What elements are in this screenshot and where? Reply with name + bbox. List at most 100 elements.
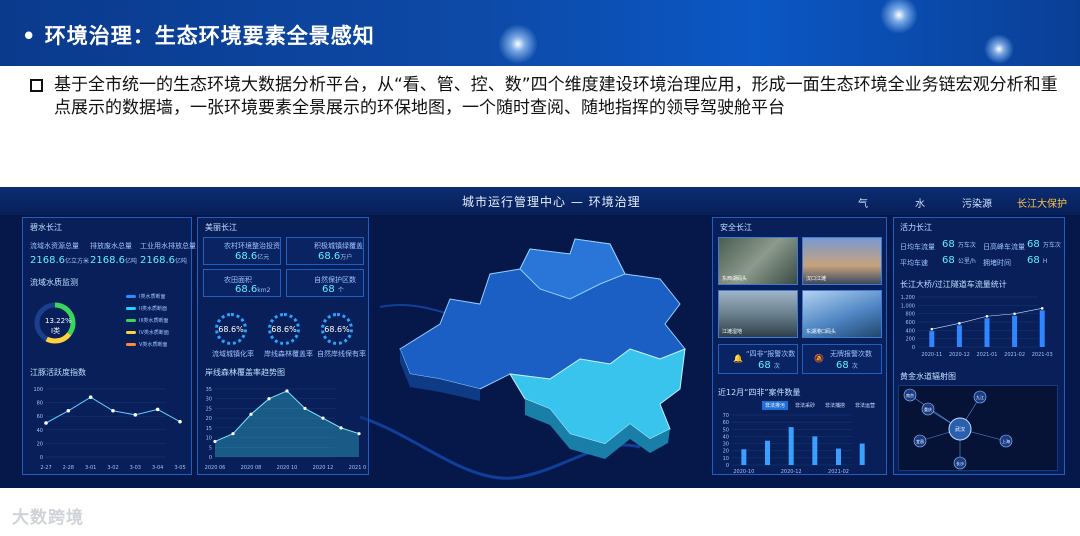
gauge-label: 自然岸线保有率	[317, 350, 366, 358]
data-point	[285, 389, 289, 393]
x-tick-label: 2021-02	[1004, 352, 1025, 358]
y-tick-label: 0	[726, 463, 729, 469]
card-label: 积极城镇绿覆盖	[314, 242, 363, 250]
y-tick-label: 40	[723, 434, 729, 440]
watermark-logo: 大数跨境	[12, 508, 84, 528]
x-tick-label: 3-01	[85, 465, 96, 471]
bar	[741, 449, 747, 465]
camera-photo[interactable]: 东湖港口码头	[802, 290, 882, 338]
y-tick-label: 600	[905, 320, 915, 326]
tab-illegal-sand[interactable]: 非法采砂	[792, 401, 818, 410]
dashboard-screenshot: 城市运行管理中心 — 环境治理 气 水 污染源 长江大保护 碧水长江 流域水资源…	[0, 187, 1080, 488]
nav-pollution[interactable]: 污染源	[962, 195, 992, 210]
network-node-label: 宜昌	[916, 438, 924, 444]
y-tick-label: 25	[206, 406, 212, 412]
x-tick-label: 3-02	[107, 465, 118, 471]
bullet-box-icon	[30, 79, 43, 92]
water-legend-item: II类水质断面	[126, 305, 167, 312]
gauge-label: 流域城镇化率	[212, 350, 254, 358]
data-point	[213, 439, 217, 444]
network-node-label: 南京	[906, 392, 914, 398]
bar	[836, 448, 841, 465]
data-point	[303, 406, 307, 411]
data-point	[321, 416, 325, 420]
trend-chart-title: 岸线森林覆盖率趋势图	[205, 368, 285, 377]
case-bar-chart: 70605040 3020100 2020-10 2020-12 2021-02	[723, 413, 865, 475]
x-tick-label: 2020 10	[277, 465, 298, 471]
camera-photo[interactable]: 东西湖码头	[718, 237, 798, 285]
y-tick-label: 5	[209, 445, 212, 451]
traffic-stat-value: 68 H	[1027, 255, 1048, 266]
x-tick-label: 3-03	[130, 465, 141, 471]
nav-air[interactable]: 气	[858, 195, 868, 210]
nav-water[interactable]: 水	[915, 195, 925, 210]
data-point	[231, 432, 235, 436]
gauge-shoreline: 68.6%	[321, 313, 353, 345]
y-tick-label: 35	[206, 387, 212, 393]
bar	[929, 331, 935, 347]
tab-illegal-discharge[interactable]: 非法排污	[762, 401, 789, 410]
traffic-stat-label: 日高峰车流量	[983, 243, 1025, 251]
panel-title: 安全长江	[720, 223, 752, 232]
alert-label: 无牌报警次数	[830, 350, 872, 358]
bar	[956, 325, 962, 347]
index-line-chart: 100 80 60 40 20 0 2-27 2-28 3-01 3-02 3-03 3-04 3-05	[33, 387, 185, 471]
tab-illegal-operation[interactable]: 非法运营	[852, 401, 878, 410]
stat-value: 2168.6亿吨	[90, 255, 138, 266]
data-point	[267, 397, 271, 401]
stat-value: 2168.6亿吨	[140, 255, 188, 266]
y-tick-label: 80	[37, 401, 43, 407]
y-tick-label: 0	[40, 455, 43, 461]
x-tick-label: 3-05	[174, 465, 185, 471]
dashboard-title: 城市运行管理中心 — 环境治理	[462, 195, 641, 209]
tab-illegal-fishing[interactable]: 非法捕捞	[822, 401, 848, 410]
data-point	[44, 421, 48, 425]
slide-title: • 环境治理：生态环境要素全景感知	[22, 24, 375, 48]
y-tick-label: 30	[206, 397, 212, 403]
data-point	[155, 407, 160, 412]
traffic-stat-label: 平均车速	[900, 259, 928, 267]
bar	[788, 427, 794, 465]
x-tick-label: 2020-11	[921, 352, 942, 358]
x-tick-label: 2021-01	[977, 352, 998, 358]
gauge-forest: 68.6%	[268, 313, 300, 345]
stat-label: 工业用水排放总量	[140, 242, 196, 250]
description-text: 基于全市统一的生态环境大数据分析平台，从“看、管、控、数”四个维度建设环境治理应…	[54, 75, 1058, 118]
light-glow	[880, 0, 918, 34]
y-tick-label: 60	[723, 420, 729, 426]
card-value: 68.6万户	[318, 251, 353, 262]
slide-description: 基于全市统一的生态环境大数据分析平台，从“看、管、控、数”四个维度建设环境治理应…	[30, 74, 1060, 120]
ring-value: 13.22%	[45, 317, 72, 325]
x-tick-label: 2-27	[40, 465, 51, 471]
camera-photo[interactable]: 汉口江滩	[802, 237, 882, 285]
y-tick-label: 15	[206, 426, 212, 432]
y-tick-label: 200	[905, 337, 915, 343]
network-node-label: 重庆	[924, 406, 932, 412]
alert-value: 68 次	[836, 360, 858, 371]
area-fill	[215, 390, 359, 457]
forest-trend-area-chart: 35 30 25 20 15 10 5 0 2020 06 2020 08 2020 10 2020 …	[205, 387, 366, 471]
y-tick-label: 1,200	[901, 295, 915, 301]
data-point	[339, 426, 343, 430]
data-point	[88, 395, 93, 399]
waterway-network-graph: 南京重庆宜昌 上海 九江长沙 武汉	[903, 388, 1013, 470]
water-quality-title: 流域水质监测	[30, 278, 78, 287]
camera-photo[interactable]: 江滩湿地	[718, 290, 798, 338]
nav-yangtze[interactable]: 长江大保护	[1017, 195, 1067, 210]
card-value: 68.6亿元	[235, 251, 270, 262]
data-point	[249, 412, 253, 416]
data-point	[111, 408, 115, 413]
x-tick-label: 2021-03	[1032, 352, 1053, 358]
data-point	[1013, 312, 1016, 316]
light-glow	[984, 34, 1014, 64]
traffic-stat-value: 68 万车次	[942, 239, 976, 250]
network-title: 黄金水道辐射图	[900, 372, 956, 381]
traffic-stat-value: 68 万车次	[1027, 239, 1061, 250]
y-tick-label: 20	[37, 441, 43, 447]
bar	[859, 443, 865, 465]
stat-label: 排放废水总量	[90, 242, 132, 250]
traffic-chart-title: 长江大桥/过江隧道车流量统计	[900, 280, 1007, 289]
data-point	[1040, 307, 1044, 310]
traffic-bar-chart: 1,200 1,000 800 600 400 200 0 2020-11 2020-12 202…	[901, 295, 1053, 358]
bar	[1012, 315, 1018, 347]
